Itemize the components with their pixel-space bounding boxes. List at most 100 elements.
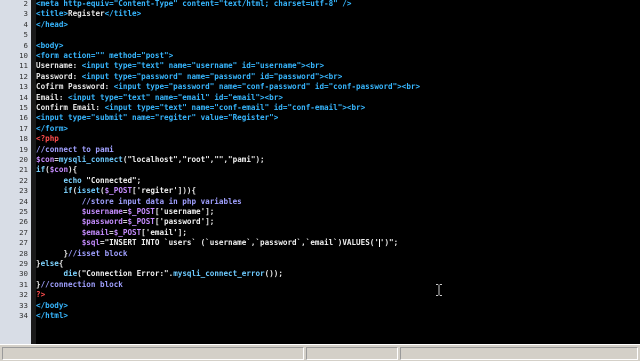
code-token: "INSERT INTO `users` (`username`,`passwo… xyxy=(104,238,379,248)
status-segment-info xyxy=(400,347,638,360)
code-line[interactable]: 33 </body> xyxy=(0,301,640,311)
code-token: else xyxy=(40,259,59,268)
code-line[interactable]: 10 <form action="" method="post"> xyxy=(0,51,640,61)
code-line[interactable]: 26 $password=$_POST['password']; xyxy=(0,217,640,227)
line-number: 15 xyxy=(19,103,28,112)
code-token: if xyxy=(36,165,46,175)
code-token: $email xyxy=(81,227,110,237)
code-text: $email=$_POST['email']; xyxy=(36,228,187,238)
code-line[interactable]: 12 Password: <input type="password" name=… xyxy=(0,72,640,82)
line-number: 29 xyxy=(19,259,28,268)
code-token: ; xyxy=(393,238,399,248)
code-token: ); xyxy=(255,155,265,164)
code-line[interactable]: 6 <body> xyxy=(0,41,640,51)
code-token: $_POST xyxy=(113,227,142,237)
code-line[interactable]: 11 Username: <input type="text" name="use… xyxy=(0,61,640,71)
code-text: Username: <input type="text" name="usern… xyxy=(36,61,324,71)
code-token: <br> xyxy=(305,61,325,71)
code-editor[interactable]: 2 <meta http-equiv="Content-Type" content… xyxy=(0,0,640,344)
code-text: Confirm Email: <input type="text" name="… xyxy=(36,103,365,113)
code-text: $username=$_POST['username']; xyxy=(36,207,215,217)
code-line[interactable]: 23 if(isset($_POST['regiter'])){ xyxy=(0,186,640,196)
code-line[interactable]: 16 <input type="submit" name="regiter" va… xyxy=(0,113,640,123)
line-number: 22 xyxy=(19,175,28,185)
code-line[interactable]: 27 $email=$_POST['email']; xyxy=(0,228,640,238)
status-segment-position xyxy=(306,347,398,360)
line-number: 30 xyxy=(19,269,28,279)
code-token: <meta http-equiv="Content-Type" content=… xyxy=(36,0,352,8)
line-number: 20 xyxy=(19,155,28,164)
code-line[interactable]: 31}//connection block xyxy=(0,280,640,290)
code-line[interactable]: 27 $sql="INSERT INTO `users` (`username`… xyxy=(0,238,640,248)
code-line[interactable]: 32 ?> xyxy=(0,290,640,300)
code-token: $con xyxy=(36,155,55,164)
code-text: }else{ xyxy=(36,259,63,269)
code-line[interactable]: 4 </head> xyxy=(0,20,640,30)
code-line[interactable]: 20 $con=mysqli_connect("localhost","root"… xyxy=(0,155,640,165)
line-number: 24 xyxy=(19,196,28,206)
code-token: mysqli_connect_error xyxy=(173,269,265,279)
code-token: ')" xyxy=(379,238,394,248)
line-number: 10 xyxy=(19,51,28,60)
code-line[interactable]: 2 <meta http-equiv="Content-Type" content… xyxy=(0,0,640,9)
line-number: 3 xyxy=(23,9,28,19)
code-token: { xyxy=(58,259,64,268)
line-number: 19 xyxy=(19,144,28,154)
code-token: ; xyxy=(136,175,142,185)
code-text: <?php xyxy=(36,134,59,144)
code-line[interactable]: 25 $username=$_POST['username']; xyxy=(0,207,640,217)
code-line[interactable]: 15 Confirm Email: <input type="text" name… xyxy=(0,103,640,113)
code-token: Password: xyxy=(36,71,82,81)
code-token: ]; xyxy=(177,227,187,237)
code-text: Password: <input type="password" name="p… xyxy=(36,72,342,82)
line-number: 32 xyxy=(19,290,28,300)
line-number: 18 xyxy=(19,134,28,144)
code-text: echo "Connected"; xyxy=(36,176,141,186)
code-line[interactable]: 14 Email: <input type="text" name="email"… xyxy=(0,93,640,103)
code-line[interactable]: 19 //connect to pami xyxy=(0,145,640,155)
code-token: $con xyxy=(49,165,69,175)
code-token: "Connected" xyxy=(81,175,137,185)
line-number: 21 xyxy=(19,165,28,175)
code-token: $username xyxy=(81,207,123,216)
line-number: 5 xyxy=(23,30,28,40)
code-line[interactable]: 17 </form> xyxy=(0,124,640,134)
line-number: 31 xyxy=(19,279,28,289)
line-number: 27 xyxy=(19,227,28,237)
code-token: ?> xyxy=(36,290,46,300)
code-text: //store input data in php variables xyxy=(36,197,242,207)
code-token: 'username' xyxy=(159,207,206,216)
code-token: $_POST xyxy=(127,207,155,216)
code-line[interactable]: 30 die("Connection Error:".mysqli_connec… xyxy=(0,269,640,279)
code-line[interactable]: 34 </html> xyxy=(0,311,640,321)
code-token: <body> xyxy=(36,40,64,50)
code-token: Cofirm Password: xyxy=(36,82,114,92)
code-line[interactable]: 18 <?php xyxy=(0,134,640,144)
code-token: $_POST xyxy=(104,186,133,196)
code-token: <input type="text" name="conf-email" id=… xyxy=(104,103,347,112)
line-number: 4 xyxy=(23,19,28,29)
code-line[interactable]: 3 <title>Register</title> xyxy=(0,9,640,19)
line-number: 16 xyxy=(19,113,28,123)
code-token: </body> xyxy=(36,300,69,310)
code-line[interactable]: 5 xyxy=(0,30,640,40)
code-text: $con=mysqli_connect("localhost","root","… xyxy=(36,155,265,165)
status-bar xyxy=(0,344,640,361)
code-token: </head> xyxy=(36,19,69,29)
code-line[interactable]: 22 echo "Connected"; xyxy=(0,176,640,186)
code-line[interactable]: 28 }//isset block xyxy=(0,249,640,259)
code-line[interactable]: 24 //store input data in php variables xyxy=(0,197,640,207)
code-token: Username: xyxy=(36,61,82,71)
code-text: </html> xyxy=(36,311,68,321)
code-line[interactable]: 13 Cofirm Password: <input type="password… xyxy=(0,82,640,92)
code-token: Register xyxy=(68,9,105,19)
code-line[interactable]: 29 }else{ xyxy=(0,259,640,269)
code-text: </body> xyxy=(36,301,68,311)
code-token: 'email' xyxy=(145,227,178,237)
code-line[interactable]: 21 if($con){ xyxy=(0,165,640,175)
code-text: if(isset($_POST['regiter'])){ xyxy=(36,186,196,196)
